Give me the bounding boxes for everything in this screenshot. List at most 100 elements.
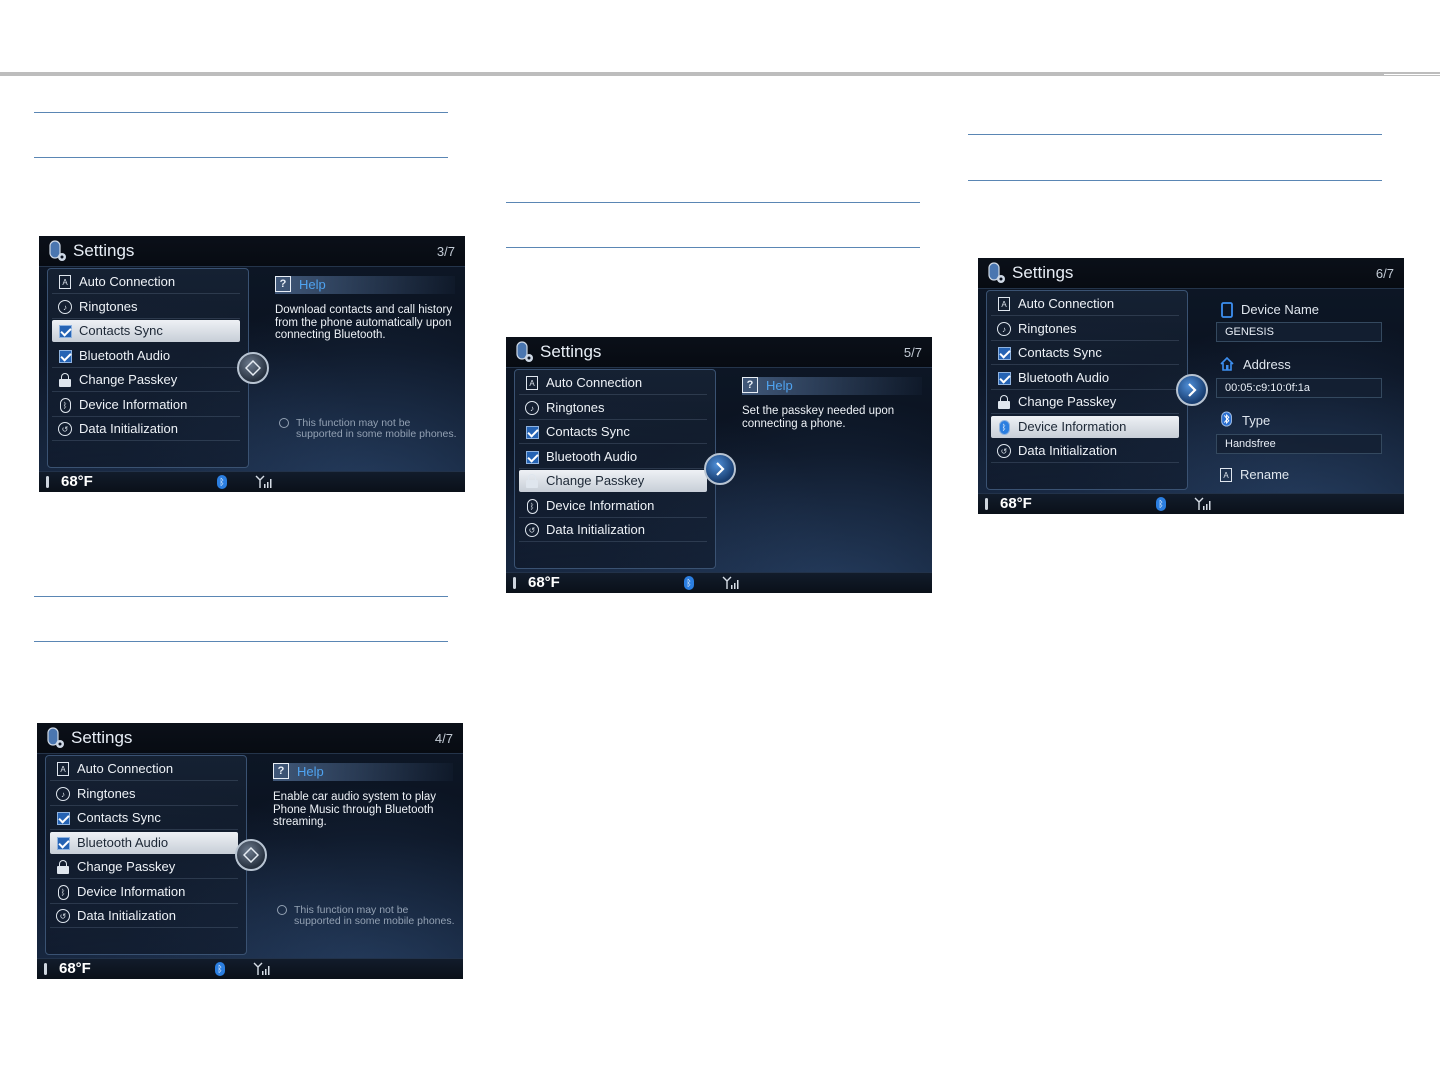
page-indicator: 4/7 — [434, 731, 453, 746]
help-text: Download contacts and call history from … — [275, 304, 453, 341]
menu-item-ringtones[interactable]: ♪ Ringtones — [519, 397, 707, 420]
address-field: 00:05:c9:10:0f:1a — [1216, 378, 1382, 398]
page-indicator: 5/7 — [903, 345, 922, 360]
status-bar: 68°F ᛒ — [506, 572, 932, 593]
help-header: ? Help — [273, 763, 453, 781]
reset-icon: ↺ — [525, 523, 539, 537]
bluetooth-info-icon: ᛒ — [57, 884, 69, 900]
bluetooth-status-icon: ᛒ — [1156, 497, 1166, 511]
help-icon: ? — [275, 276, 291, 292]
nav-knob-button[interactable] — [1176, 374, 1208, 406]
menu-item-bluetooth-audio[interactable]: Bluetooth Audio — [519, 446, 707, 469]
menu-item-ringtones[interactable]: ♪ Ringtones — [52, 296, 240, 319]
menu-item-contacts-sync[interactable]: Contacts Sync — [52, 320, 240, 342]
menu-item-ringtones[interactable]: ♪ Ringtones — [991, 318, 1179, 341]
checkbox-checked-icon — [997, 346, 1011, 360]
status-bar: 68°F ᛒ — [39, 471, 465, 492]
menu-item-device-information[interactable]: ᛒ Device Information — [519, 495, 707, 518]
thermometer-icon — [46, 476, 49, 488]
menu-item-contacts-sync[interactable]: Contacts Sync — [519, 421, 707, 444]
menu-item-ringtones[interactable]: ♪ Ringtones — [50, 783, 238, 806]
menu-item-device-information[interactable]: ᛒ Device Information — [991, 416, 1179, 438]
help-header: ? Help — [742, 377, 922, 395]
bluetooth-info-icon: ᛒ — [59, 397, 71, 413]
type-label: Type — [1242, 413, 1271, 428]
nav-knob-button[interactable] — [704, 453, 736, 485]
temperature: 68°F — [528, 574, 560, 591]
home-icon — [1220, 356, 1234, 371]
phone-icon — [1221, 302, 1233, 318]
menu-item-bluetooth-audio[interactable]: Bluetooth Audio — [991, 367, 1179, 390]
bell-icon: ♪ — [997, 322, 1011, 336]
bell-icon: ♪ — [58, 300, 72, 314]
menu-item-bluetooth-audio[interactable]: Bluetooth Audio — [52, 345, 240, 368]
checkbox-checked-icon — [525, 450, 539, 464]
screen-title: Settings — [1012, 263, 1074, 282]
info-icon — [277, 905, 287, 915]
reset-icon: ↺ — [56, 909, 70, 923]
menu-item-auto-connection[interactable]: A Auto Connection — [50, 758, 238, 781]
thermometer-icon — [44, 963, 47, 975]
checkbox-checked-icon — [56, 811, 70, 825]
temperature: 68°F — [61, 473, 93, 490]
menu-item-data-initialization[interactable]: ↺ Data Initialization — [519, 519, 707, 542]
rename-icon: A — [1220, 468, 1232, 482]
menu-item-change-passkey[interactable]: Change Passkey — [50, 856, 238, 879]
bell-icon: ♪ — [56, 787, 70, 801]
settings-menu: A Auto Connection ♪ Ringtones Contacts Syn… — [986, 290, 1188, 490]
temperature: 68°F — [59, 960, 91, 977]
section-rule — [34, 157, 448, 158]
menu-item-data-initialization[interactable]: ↺ Data Initialization — [991, 440, 1179, 463]
bluetooth-settings-icon — [988, 262, 1005, 283]
menu-item-change-passkey[interactable]: Change Passkey — [52, 369, 240, 392]
signal-strength-icon — [722, 576, 739, 589]
help-text: Enable car audio system to play Phone Mu… — [273, 791, 437, 828]
address-label: Address — [1243, 357, 1291, 372]
nav-knob-button[interactable] — [237, 352, 269, 384]
rename-button[interactable]: Rename — [1240, 467, 1289, 482]
page-top-rule — [0, 72, 1440, 76]
help-icon: ? — [742, 377, 758, 393]
page-indicator: 6/7 — [1375, 266, 1394, 281]
checkbox-checked-icon — [997, 371, 1011, 385]
menu-item-change-passkey[interactable]: Change Passkey — [519, 470, 707, 492]
menu-item-bluetooth-audio[interactable]: Bluetooth Audio — [50, 832, 238, 854]
checkbox-checked-icon — [56, 836, 70, 850]
bluetooth-settings-icon — [47, 727, 64, 748]
page-top-rule-end — [1384, 74, 1440, 75]
menu-item-auto-connection[interactable]: A Auto Connection — [991, 293, 1179, 316]
info-icon — [279, 418, 289, 428]
menu-item-contacts-sync[interactable]: Contacts Sync — [991, 342, 1179, 365]
settings-menu: A Auto Connection ♪ Ringtones Contacts Syn… — [514, 369, 716, 569]
settings-screen-device-information: Settings 6/7 A Auto Connection ♪ Ringtones… — [978, 258, 1404, 514]
menu-item-device-information[interactable]: ᛒ Device Information — [52, 394, 240, 417]
bluetooth-status-icon: ᛒ — [217, 475, 227, 489]
chevron-right-icon — [716, 462, 725, 476]
nav-knob-button[interactable] — [235, 839, 267, 871]
section-rule — [968, 134, 1382, 135]
menu-item-auto-connection[interactable]: A Auto Connection — [519, 372, 707, 395]
thermometer-icon — [985, 498, 988, 510]
signal-strength-icon — [1194, 497, 1211, 510]
screen-title: Settings — [73, 241, 135, 260]
diamond-arrows-icon — [245, 360, 261, 376]
menu-item-contacts-sync[interactable]: Contacts Sync — [50, 807, 238, 830]
section-rule — [506, 202, 920, 203]
type-field: Handsfree — [1216, 434, 1382, 454]
bluetooth-settings-icon — [516, 341, 533, 362]
menu-item-device-information[interactable]: ᛒ Device Information — [50, 881, 238, 904]
title-bar: Settings 6/7 — [978, 258, 1404, 289]
checkbox-checked-icon — [525, 425, 539, 439]
lock-icon — [57, 859, 69, 875]
menu-item-change-passkey[interactable]: Change Passkey — [991, 391, 1179, 414]
menu-item-data-initialization[interactable]: ↺ Data Initialization — [52, 418, 240, 441]
auto-connection-icon: A — [526, 376, 538, 390]
lock-icon — [998, 394, 1010, 410]
bell-icon: ♪ — [525, 401, 539, 415]
menu-item-auto-connection[interactable]: A Auto Connection — [52, 271, 240, 294]
screen-title: Settings — [540, 342, 602, 361]
menu-item-data-initialization[interactable]: ↺ Data Initialization — [50, 905, 238, 928]
settings-menu: A Auto Connection ♪ Ringtones Contacts Syn… — [45, 755, 247, 955]
settings-screen-contacts-sync: Settings 3/7 A Auto Connection ♪ Ringtones… — [39, 236, 465, 492]
status-bar: 68°F ᛒ — [978, 493, 1404, 514]
